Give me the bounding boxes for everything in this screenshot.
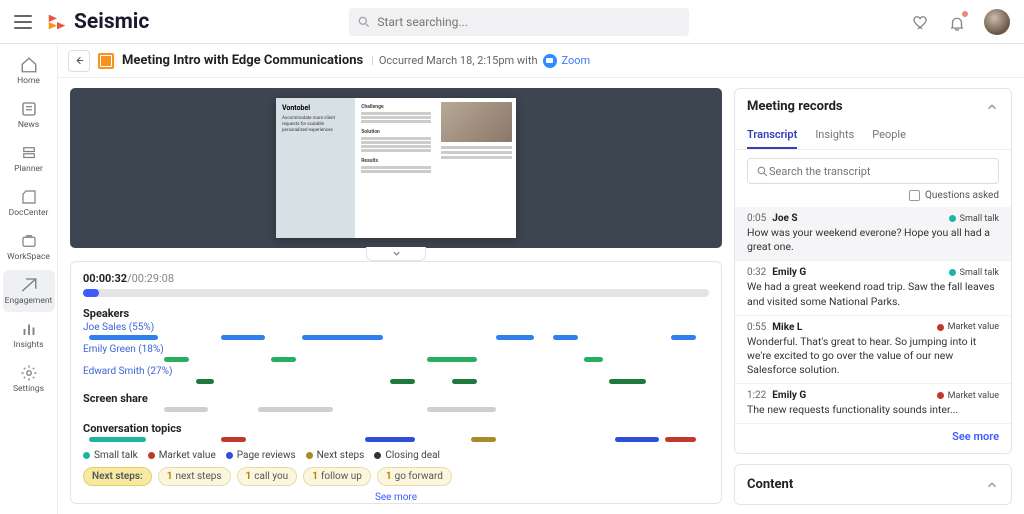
content-title: Content [747, 477, 793, 492]
transcript-entry[interactable]: 0:32Emily GSmall talkWe had a great week… [735, 261, 1011, 315]
meeting-badge-icon [98, 53, 114, 69]
arrow-left-icon [74, 55, 85, 66]
nav-engagement[interactable]: Engagement [3, 270, 55, 312]
next-step-chip[interactable]: 1call you [237, 467, 298, 486]
records-title: Meeting records [747, 99, 843, 114]
nav-home[interactable]: Home [3, 50, 55, 92]
legend-item: Market value [148, 450, 216, 461]
menu-toggle[interactable] [14, 13, 32, 31]
meeting-occurrence: | Occurred March 18, 2:15pm with Zoom [371, 54, 590, 68]
settings-icon [20, 364, 38, 382]
nav-label: News [18, 120, 39, 130]
tab-people[interactable]: People [872, 122, 906, 149]
tab-insights[interactable]: Insights [815, 122, 854, 149]
back-button[interactable] [68, 50, 90, 72]
legend-item: Small talk [83, 450, 138, 461]
page-title: Meeting Intro with Edge Communications [122, 53, 363, 68]
notifications-icon[interactable] [948, 13, 966, 31]
speaker-link[interactable]: Edward Smith (27%) [83, 366, 709, 377]
transcript-entry[interactable]: 1:22Emily GMarket valueThe new requests … [735, 384, 1011, 424]
chip-header: Next steps: [83, 467, 152, 486]
home-icon [20, 56, 38, 74]
playhead-time: 00:00:32/00:29:08 [83, 272, 709, 285]
user-avatar[interactable] [984, 9, 1010, 35]
document-thumbnail[interactable]: Vontobel Accommodate more client request… [276, 98, 516, 238]
speakers-heading: Speakers [83, 307, 709, 320]
legend-item: Closing deal [374, 450, 440, 461]
left-nav: Home News Planner DocCenter WorkSpace Engagem… [0, 44, 58, 514]
nav-label: DocCenter [9, 208, 49, 218]
speaker-track [83, 379, 709, 384]
collapse-preview-toggle[interactable] [366, 247, 426, 261]
news-icon [20, 100, 38, 118]
meeting-records-card: Meeting records Transcript Insights People… [734, 88, 1012, 454]
favorites-icon[interactable] [912, 13, 930, 31]
speaker-track [83, 357, 709, 362]
nav-settings[interactable]: Settings [3, 358, 55, 400]
topics-legend: Small talk Market value Page reviews Next s… [83, 450, 709, 461]
scrubber[interactable] [83, 289, 709, 297]
content-collapse[interactable] [985, 478, 999, 492]
topics-heading: Conversation topics [83, 422, 709, 435]
next-step-chip[interactable]: 1next steps [158, 467, 231, 486]
doccenter-icon [20, 188, 38, 206]
nav-label: Settings [13, 384, 44, 394]
brand-name: Seismic [74, 10, 149, 34]
screen-share-track [83, 407, 709, 412]
transcript-entry[interactable]: 0:05Joe SSmall talkHow was your weekend … [735, 207, 1011, 261]
search-icon [756, 165, 769, 178]
screen-share-heading: Screen share [83, 392, 709, 405]
search-icon [357, 15, 371, 29]
tab-transcript[interactable]: Transcript [747, 122, 797, 149]
global-search[interactable] [349, 8, 689, 36]
next-step-chip[interactable]: 1go forward [377, 467, 452, 486]
timeline-panel: 00:00:32/00:29:08 Speakers Joe Sales (55… [70, 261, 722, 504]
topics-track [83, 437, 709, 442]
records-collapse[interactable] [985, 100, 999, 114]
engagement-icon [20, 276, 38, 294]
nav-label: Planner [14, 164, 43, 174]
transcript-search-input[interactable] [769, 165, 990, 178]
nav-news[interactable]: News [3, 94, 55, 136]
next-step-chip[interactable]: 1follow up [303, 467, 371, 486]
nav-insights[interactable]: Insights [3, 314, 55, 356]
chevron-down-icon [391, 248, 402, 259]
nav-doccenter[interactable]: DocCenter [3, 182, 55, 224]
checkbox-icon [909, 190, 920, 201]
planner-icon [20, 144, 38, 162]
transcript-entry[interactable]: 0:55Mike LMarket valueWonderful. That's … [735, 316, 1011, 385]
timeline-see-more[interactable]: See more [83, 492, 709, 503]
legend-item: Page reviews [226, 450, 296, 461]
nav-label: Home [17, 76, 40, 86]
next-steps-chips: Next steps: 1next steps 1call you 1follow u… [83, 467, 709, 486]
speaker-track [83, 335, 709, 340]
nav-workspace[interactable]: WorkSpace [3, 226, 55, 268]
logo-icon [46, 11, 68, 33]
transcript-see-more[interactable]: See more [735, 424, 1011, 453]
nav-planner[interactable]: Planner [3, 138, 55, 180]
speaker-link[interactable]: Joe Sales (55%) [83, 322, 709, 333]
legend-item: Next steps [306, 450, 365, 461]
insights-icon [20, 320, 38, 338]
workspace-icon [20, 232, 38, 250]
transcript-search[interactable] [747, 158, 999, 184]
questions-asked-toggle[interactable]: Questions asked [735, 190, 1011, 207]
content-preview: Vontobel Accommodate more client request… [70, 88, 722, 248]
brand-logo[interactable]: Seismic [46, 10, 149, 34]
zoom-icon [543, 54, 557, 68]
speaker-link[interactable]: Emily Green (18%) [83, 344, 709, 355]
content-card: Content [734, 464, 1012, 505]
nav-label: Insights [13, 340, 43, 350]
nav-label: Engagement [5, 296, 53, 306]
nav-label: WorkSpace [7, 252, 50, 262]
search-input[interactable] [377, 15, 681, 29]
